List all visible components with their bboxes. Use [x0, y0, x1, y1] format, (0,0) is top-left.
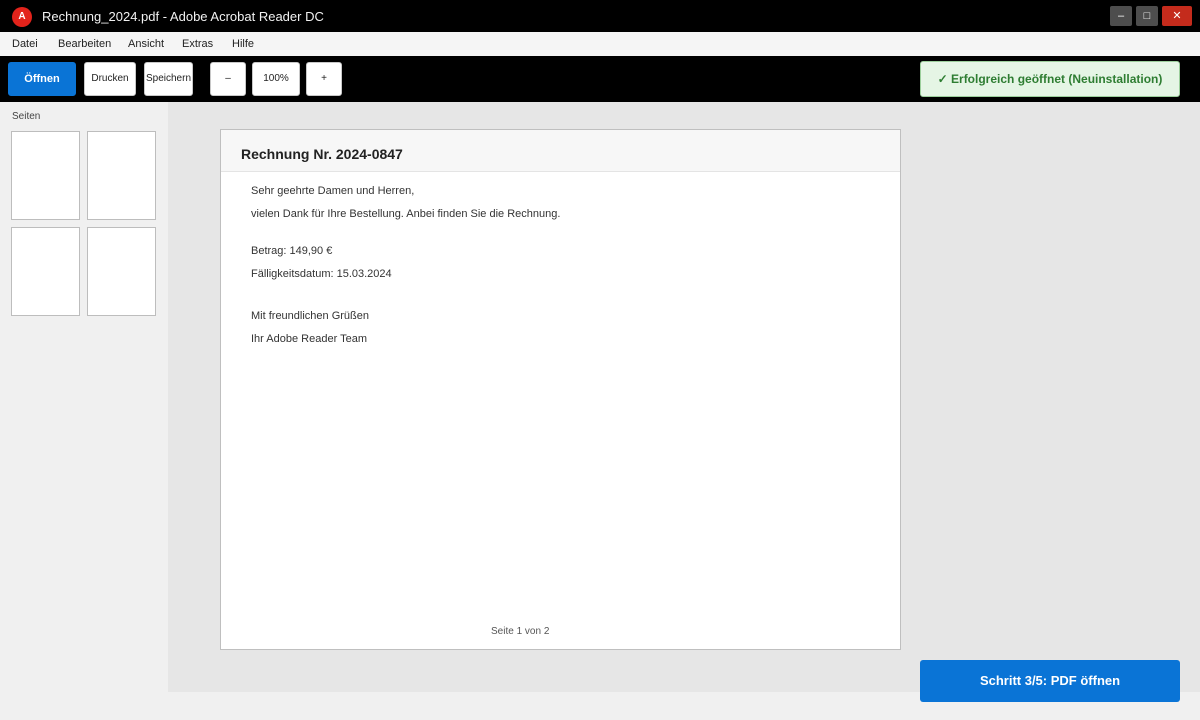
doc-closing: Mit freundlichen Grüßen: [251, 310, 369, 322]
invoice-title: Rechnung Nr. 2024-0847: [241, 146, 403, 162]
page-thumbnail[interactable]: [11, 227, 80, 316]
title-bar: A Rechnung_2024.pdf - Adobe Acrobat Read…: [0, 0, 1200, 32]
menu-bearbeiten[interactable]: Bearbeiten: [58, 38, 111, 50]
doc-amount: Betrag: 149,90 €: [251, 245, 333, 257]
toolbar: Öffnen Drucken Speichern – 100% + ✓ Erfo…: [0, 56, 1200, 102]
doc-text: vielen Dank für Ihre Bestellung. Anbei f…: [251, 208, 561, 220]
menu-ansicht[interactable]: Ansicht: [128, 38, 164, 50]
document-viewer[interactable]: Rechnung Nr. 2024-0847 Sehr geehrte Dame…: [168, 102, 1200, 692]
zoom-out-button[interactable]: –: [210, 62, 246, 96]
step-button[interactable]: Schritt 3/5: PDF öffnen: [920, 660, 1180, 702]
doc-greeting: Sehr geehrte Damen und Herren,: [251, 185, 415, 197]
adobe-acrobat-icon: A: [12, 7, 32, 27]
print-button[interactable]: Drucken: [84, 62, 136, 96]
window-title: Rechnung_2024.pdf - Adobe Acrobat Reader…: [42, 9, 324, 24]
page-thumbnail[interactable]: [87, 131, 156, 220]
save-button[interactable]: Speichern: [144, 62, 193, 96]
menu-bar: Datei Bearbeiten Ansicht Extras Hilfe: [0, 32, 1200, 56]
zoom-in-button[interactable]: +: [306, 62, 342, 96]
pdf-page: Rechnung Nr. 2024-0847 Sehr geehrte Dame…: [220, 129, 901, 650]
menu-datei[interactable]: Datei: [12, 38, 38, 50]
close-button[interactable]: ✕: [1162, 6, 1192, 26]
page-thumbnails-panel: Seiten: [0, 102, 168, 692]
menu-extras[interactable]: Extras: [182, 38, 213, 50]
page-thumbnail[interactable]: [87, 227, 156, 316]
minimize-button[interactable]: –: [1110, 6, 1132, 26]
doc-signature: Ihr Adobe Reader Team: [251, 333, 367, 345]
menu-hilfe[interactable]: Hilfe: [232, 38, 254, 50]
zoom-level[interactable]: 100%: [252, 62, 300, 96]
sidebar-title: Seiten: [12, 111, 41, 122]
page-number: Seite 1 von 2: [491, 626, 550, 637]
doc-due-date: Fälligkeitsdatum: 15.03.2024: [251, 268, 392, 280]
page-header: Rechnung Nr. 2024-0847: [221, 130, 900, 172]
page-thumbnail[interactable]: [11, 131, 80, 220]
open-button[interactable]: Öffnen: [8, 62, 76, 96]
status-badge: ✓ Erfolgreich geöffnet (Neuinstallation): [920, 61, 1180, 97]
maximize-button[interactable]: □: [1136, 6, 1158, 26]
